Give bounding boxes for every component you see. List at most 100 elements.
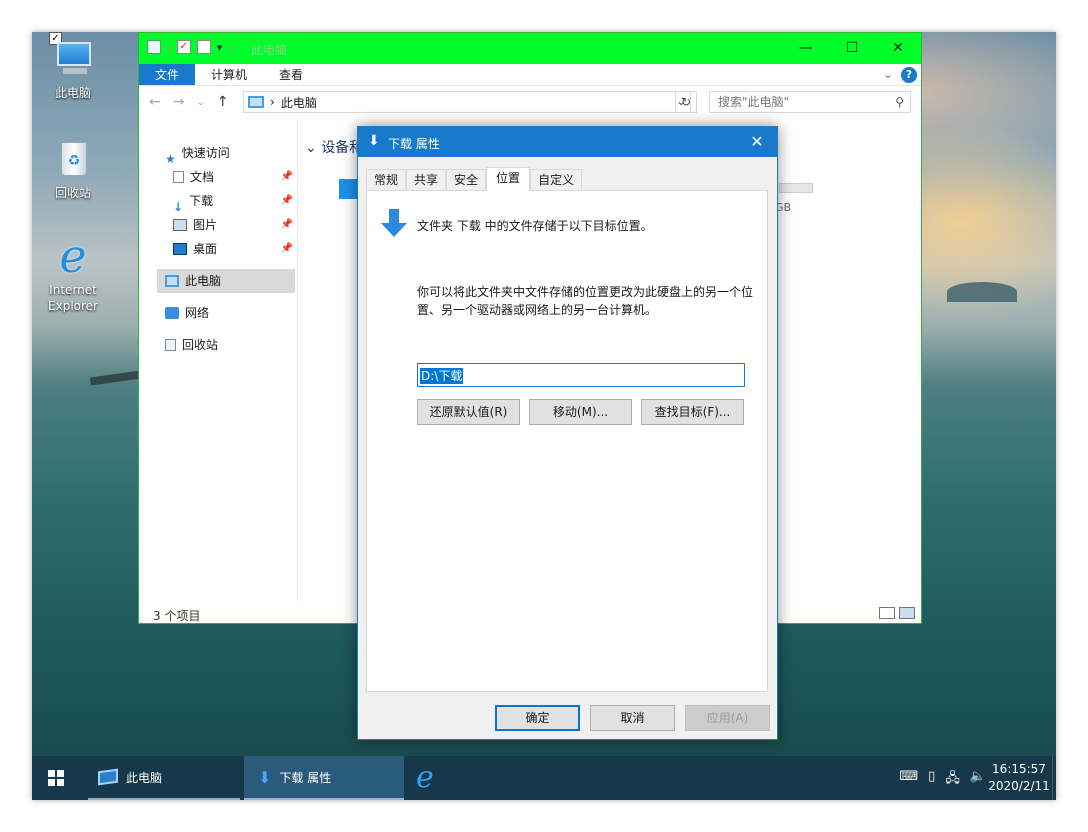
section-header[interactable]: ⌄ 设备和 bbox=[305, 137, 363, 157]
nav-pictures[interactable]: 图片 📌 bbox=[173, 213, 293, 237]
tab-customize[interactable]: 自定义 bbox=[530, 169, 583, 191]
nav-desktop[interactable]: 桌面 📌 bbox=[173, 237, 293, 261]
tab-view[interactable]: 查看 bbox=[263, 64, 319, 85]
location-tab-panel: 文件夹 下载 中的文件存储于以下目标位置。 你可以将此文件夹中文件存储的位置更改… bbox=[366, 190, 768, 692]
desktop-icon-this-pc[interactable]: ✓ 此电脑 bbox=[36, 32, 110, 101]
move-button[interactable]: 移动(M)... bbox=[529, 399, 632, 425]
volume-icon[interactable]: 🔈 bbox=[970, 769, 986, 791]
navigation-pane: ★ 快速访问 文档 📌 ↓ 下载 📌 图片 📌 桌面 📌 此电脑 网络 回收站 bbox=[139, 121, 297, 601]
internet-explorer-icon[interactable]: e bbox=[416, 760, 434, 796]
nav-network[interactable]: 网络 bbox=[165, 301, 209, 325]
large-icons-view-icon[interactable] bbox=[899, 607, 915, 619]
pin-icon[interactable]: 📌 bbox=[281, 189, 293, 213]
dialog-title-bar[interactable]: ⬇ 下载 属性 ✕ bbox=[358, 127, 777, 157]
network-icon bbox=[165, 307, 179, 319]
nav-quick-access[interactable]: ★ 快速访问 bbox=[165, 141, 230, 166]
pin-icon[interactable]: 📌 bbox=[281, 165, 293, 189]
keyboard-icon[interactable]: ⌨ bbox=[899, 769, 918, 791]
start-button[interactable] bbox=[32, 756, 80, 800]
computer-icon bbox=[98, 768, 118, 786]
taskbar: 此电脑 ⬇ 下载 属性 e ⌨ ▯ 🖧 🔈 16:15:57 2020/2/11 bbox=[32, 756, 1056, 800]
show-desktop-button[interactable] bbox=[1052, 756, 1056, 800]
tab-file[interactable]: 文件 bbox=[139, 64, 196, 85]
tab-sharing[interactable]: 共享 bbox=[406, 169, 447, 191]
address-toolbar: ← → ⌄ ↑ › 此电脑 ⌄ ↻ 搜索"此电脑" ⚲ bbox=[139, 86, 921, 120]
maximize-button[interactable]: ☐ bbox=[829, 33, 875, 64]
download-arrow-icon: ↓ bbox=[173, 200, 184, 214]
location-intro-text: 文件夹 下载 中的文件存储于以下目标位置。 bbox=[417, 219, 653, 233]
ok-button[interactable]: 确定 bbox=[495, 705, 580, 731]
nav-documents[interactable]: 文档 📌 bbox=[173, 165, 293, 189]
new-folder-icon[interactable] bbox=[196, 40, 211, 54]
explorer-title: 此电脑 bbox=[251, 43, 288, 57]
nav-this-pc[interactable]: 此电脑 bbox=[157, 269, 295, 293]
pin-icon[interactable]: 📌 bbox=[281, 213, 293, 237]
wallpaper-island bbox=[947, 282, 1017, 302]
properties-icon[interactable]: ✓ bbox=[176, 40, 191, 54]
address-bar[interactable]: › 此电脑 ⌄ bbox=[243, 91, 691, 113]
clock-date: 2020/2/11 bbox=[988, 779, 1050, 793]
location-path-input[interactable]: D:\下载 bbox=[417, 363, 745, 387]
breadcrumb-this-pc[interactable]: 此电脑 bbox=[281, 94, 317, 111]
expand-ribbon-icon[interactable]: ⌄ bbox=[883, 67, 893, 81]
pane-divider[interactable] bbox=[297, 121, 298, 601]
dialog-title: 下载 属性 bbox=[388, 137, 440, 151]
dialog-tabs: 常规 共享 安全 位置 自定义 bbox=[366, 167, 583, 191]
properties-dialog: ⬇ 下载 属性 ✕ 常规 共享 安全 位置 自定义 文件夹 下载 中的文件存储于… bbox=[357, 126, 778, 740]
cancel-button[interactable]: 取消 bbox=[590, 705, 675, 731]
download-arrow-icon bbox=[381, 209, 407, 239]
quick-access-toolbar: | ✓ ▾ | bbox=[147, 40, 232, 54]
pictures-icon bbox=[173, 219, 187, 231]
help-icon[interactable]: ? bbox=[901, 67, 917, 83]
apply-button[interactable]: 应用(A) bbox=[685, 705, 770, 731]
close-button[interactable]: ✕ bbox=[875, 33, 921, 64]
search-icon: ⚲ bbox=[895, 95, 904, 109]
desktop-icon-label: 此电脑 bbox=[54, 86, 91, 100]
dialog-close-button[interactable]: ✕ bbox=[737, 127, 777, 157]
forward-arrow-icon[interactable]: → bbox=[173, 94, 185, 112]
clock-time: 16:15:57 bbox=[992, 762, 1046, 776]
tab-computer[interactable]: 计算机 bbox=[195, 64, 263, 85]
breadcrumb-separator-icon[interactable]: › bbox=[270, 95, 275, 109]
taskbar-item-download-properties[interactable]: ⬇ 下载 属性 bbox=[244, 756, 404, 800]
nav-downloads[interactable]: ↓ 下载 📌 bbox=[173, 189, 293, 214]
find-target-button[interactable]: 查找目标(F)... bbox=[641, 399, 744, 425]
nav-recycle-bin[interactable]: 回收站 bbox=[165, 333, 218, 357]
restore-default-button[interactable]: 还原默认值(R) bbox=[417, 399, 520, 425]
tab-security[interactable]: 安全 bbox=[446, 169, 487, 191]
ribbon-tabs: 文件 计算机 查看 ⌄ ? bbox=[139, 64, 921, 86]
desktop-icon-recycle-bin[interactable]: ♻ 回收站 bbox=[36, 136, 110, 201]
desktop-screen: ✓ 此电脑 ♻ 回收站 e Internet Explorer | ✓ ▾ | … bbox=[32, 32, 1056, 800]
taskbar-item-this-pc[interactable]: 此电脑 bbox=[88, 756, 240, 800]
desktop-icon-internet-explorer[interactable]: e Internet Explorer bbox=[36, 229, 110, 314]
search-input[interactable]: 搜索"此电脑" ⚲ bbox=[709, 91, 911, 113]
explorer-title-bar[interactable]: | ✓ ▾ | 此电脑 — ☐ ✕ bbox=[139, 33, 921, 64]
computer-icon bbox=[165, 275, 179, 287]
up-arrow-icon[interactable]: ↑ bbox=[217, 94, 229, 112]
status-bar-count: 3 个项目 bbox=[153, 609, 201, 623]
usb-device-icon[interactable]: ▯ bbox=[928, 769, 935, 791]
details-view-icon[interactable] bbox=[879, 607, 895, 619]
desktop-icon-label: Internet Explorer bbox=[48, 283, 98, 313]
tab-location[interactable]: 位置 bbox=[486, 167, 531, 191]
windows-logo-icon bbox=[48, 770, 64, 786]
internet-explorer-icon: e bbox=[59, 229, 87, 283]
network-icon[interactable]: 🖧 bbox=[945, 769, 960, 791]
recent-dropdown-icon[interactable]: ⌄ bbox=[196, 94, 204, 112]
minimize-button[interactable]: — bbox=[783, 33, 829, 64]
desktop-icon bbox=[173, 243, 187, 255]
drive-icon[interactable] bbox=[339, 179, 359, 199]
download-arrow-icon: ⬇ bbox=[368, 133, 380, 149]
desktop-icon-label: 回收站 bbox=[54, 186, 91, 200]
refresh-button[interactable]: ↻ bbox=[675, 91, 697, 113]
back-arrow-icon[interactable]: ← bbox=[149, 94, 161, 112]
recycle-bin-icon bbox=[165, 339, 176, 351]
star-icon: ★ bbox=[165, 152, 176, 166]
this-pc-icon: ✓ bbox=[49, 32, 97, 80]
taskbar-clock[interactable]: 16:15:57 2020/2/11 bbox=[986, 761, 1052, 795]
pin-icon[interactable]: 📌 bbox=[281, 237, 293, 261]
customize-toolbar-icon[interactable]: ▾ bbox=[217, 41, 223, 54]
tab-general[interactable]: 常规 bbox=[366, 169, 407, 191]
recycle-bin-icon: ♻ bbox=[49, 136, 97, 180]
documents-icon bbox=[173, 171, 184, 183]
